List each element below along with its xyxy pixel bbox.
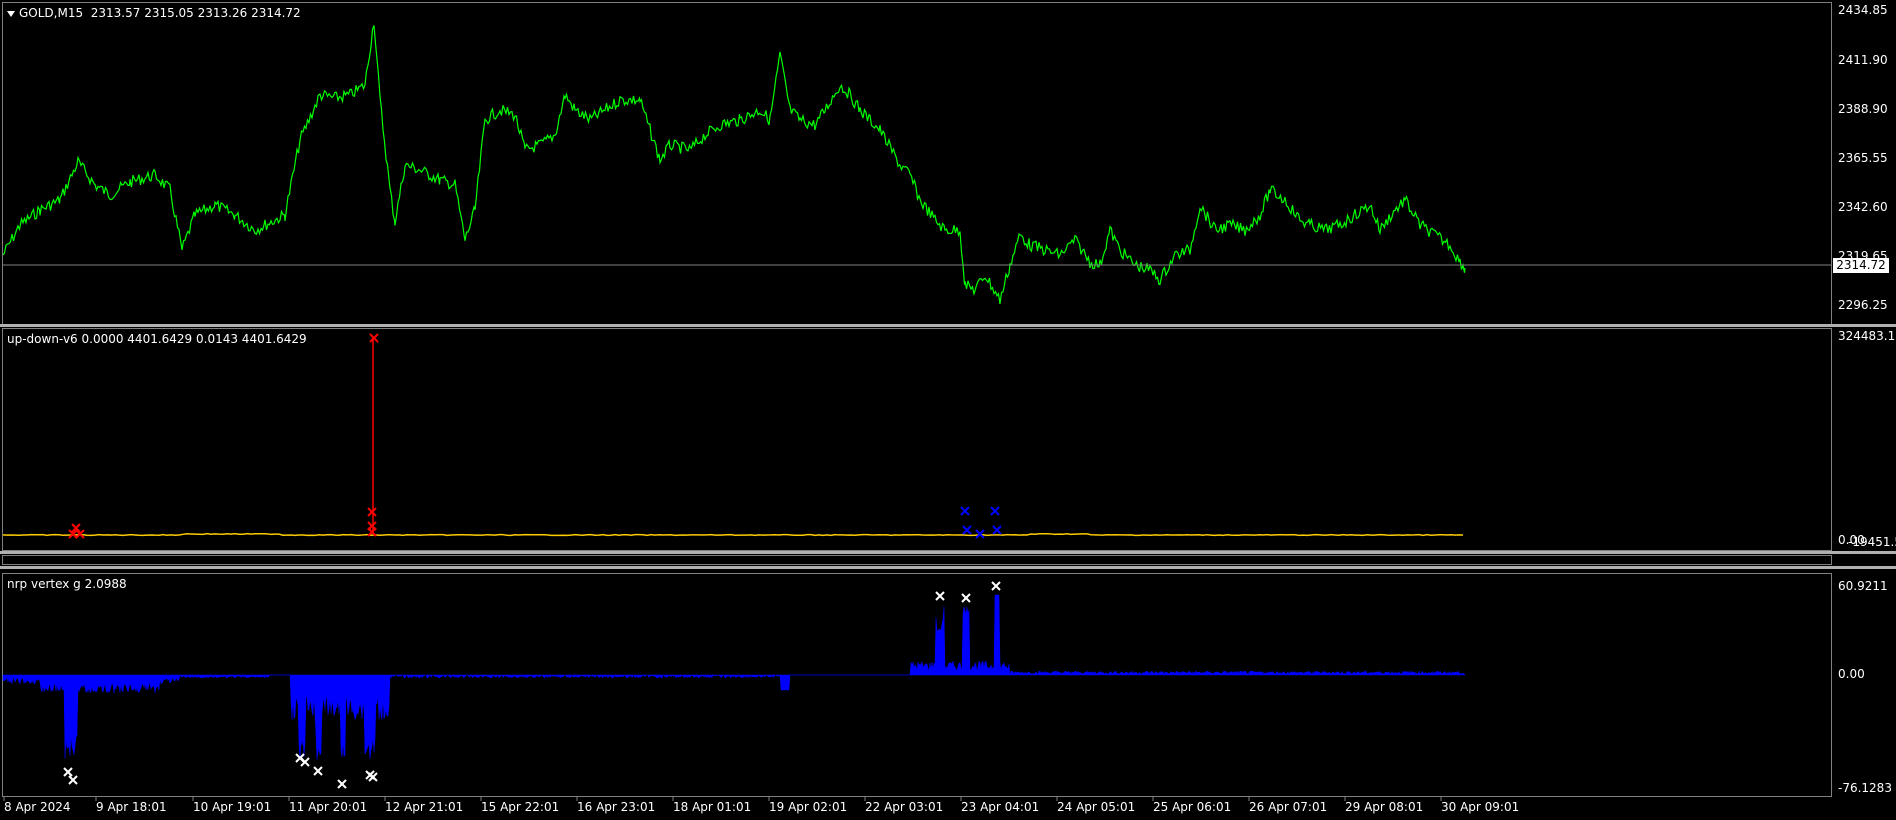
time-axis-label: 11 Apr 20:01	[289, 800, 368, 814]
time-axis-label: 23 Apr 04:01	[961, 800, 1040, 814]
nrp-axis-zero: 0.00	[1838, 667, 1865, 681]
time-axis-label: 25 Apr 06:01	[1153, 800, 1232, 814]
time-axis-label: 8 Apr 2024	[4, 800, 71, 814]
time-axis-label: 9 Apr 18:01	[96, 800, 167, 814]
time-axis-label: 19 Apr 02:01	[769, 800, 848, 814]
time-axis-label: 30 Apr 09:01	[1441, 800, 1520, 814]
nrp-axis-top: 60.9211	[1838, 579, 1888, 593]
price-line	[2, 25, 1466, 305]
time-axis-label: 15 Apr 22:01	[481, 800, 560, 814]
price-axis-label: 2365.55	[1838, 151, 1888, 165]
nrp-axis-bottom: -76.1283	[1838, 781, 1892, 795]
time-axis-label: 10 Apr 19:01	[193, 800, 272, 814]
time-axis-label: 12 Apr 21:01	[385, 800, 464, 814]
price-axis-label: 2434.85	[1838, 3, 1888, 17]
price-axis-label: 2411.90	[1838, 53, 1888, 67]
price-axis-label: 2388.90	[1838, 102, 1888, 116]
time-axis-label: 22 Apr 03:01	[865, 800, 944, 814]
price-axis-label: 2342.60	[1838, 200, 1888, 214]
time-axis-label: 29 Apr 08:01	[1345, 800, 1424, 814]
updown-axis-bottom: -19451.57	[1848, 535, 1896, 549]
updown-axis-top: 324483.12	[1838, 329, 1896, 343]
time-axis-label: 24 Apr 05:01	[1057, 800, 1136, 814]
current-price-tag: 2314.72	[1833, 258, 1889, 273]
updown-baseline	[2, 532, 1464, 537]
time-axis-label: 26 Apr 07:01	[1249, 800, 1328, 814]
chart-drawing-layer	[2, 25, 1832, 801]
time-axis-label: 16 Apr 23:01	[577, 800, 656, 814]
nrp-histogram	[2, 594, 1466, 760]
time-axis-label: 18 Apr 01:01	[673, 800, 752, 814]
price-axis-label: 2296.25	[1838, 298, 1888, 312]
